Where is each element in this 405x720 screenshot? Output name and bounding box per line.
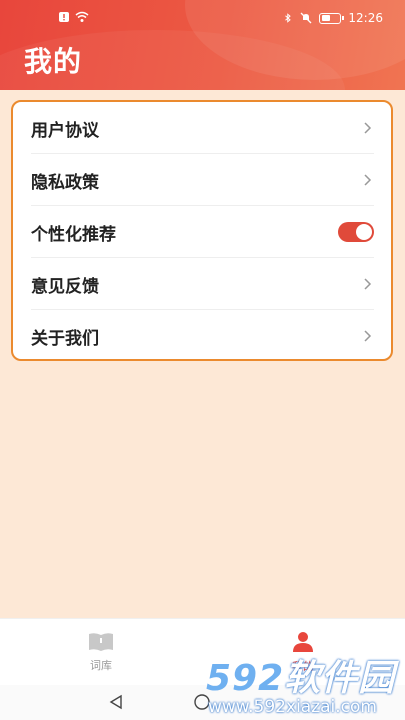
watermark: 592软件园 www.592xiazai.com (200, 645, 405, 720)
alert-icon (59, 12, 69, 22)
tab-library[interactable]: 词库 (0, 619, 202, 686)
settings-item-personalized-recommendation: 个性化推荐 (31, 206, 374, 258)
watermark-brand: 592软件园 (206, 649, 395, 701)
settings-item-label: 隐私政策 (31, 172, 99, 193)
watermark-url: www.592xiazai.com (208, 697, 377, 717)
status-bar: 12:26 (0, 0, 405, 36)
settings-item-feedback[interactable]: 意见反馈 (31, 258, 374, 310)
bluetooth-icon (285, 13, 292, 23)
chevron-right-icon (364, 278, 372, 290)
chevron-right-icon (364, 122, 372, 134)
settings-item-label: 关于我们 (31, 328, 99, 349)
watermark-number: 592 (206, 658, 285, 699)
battery-icon (319, 12, 345, 24)
settings-item-label: 用户协议 (31, 120, 99, 141)
page-title: 我的 (24, 45, 83, 78)
watermark-text: 软件园 (284, 658, 396, 699)
chevron-right-icon (364, 330, 372, 342)
wifi-icon (75, 11, 89, 22)
settings-item-user-agreement[interactable]: 用户协议 (31, 102, 374, 154)
status-left (58, 11, 89, 23)
mute-bell-icon (300, 12, 312, 24)
chevron-right-icon (364, 174, 372, 186)
status-time: 12:26 (348, 11, 383, 25)
settings-item-label: 意见反馈 (31, 276, 99, 297)
book-icon (89, 633, 113, 651)
settings-item-label: 个性化推荐 (31, 224, 116, 245)
status-right: 12:26 (284, 11, 383, 25)
settings-item-about-us[interactable]: 关于我们 (31, 310, 374, 362)
tab-label: 词库 (90, 659, 112, 672)
personalized-recommendation-toggle[interactable] (338, 222, 374, 242)
settings-item-privacy-policy[interactable]: 隐私政策 (31, 154, 374, 206)
toggle-knob (356, 224, 372, 240)
settings-card: 用户协议 隐私政策 个性化推荐 意见反馈 关于我们 (11, 100, 393, 361)
header: 12:26 我的 (0, 0, 405, 90)
back-icon[interactable] (108, 694, 124, 710)
